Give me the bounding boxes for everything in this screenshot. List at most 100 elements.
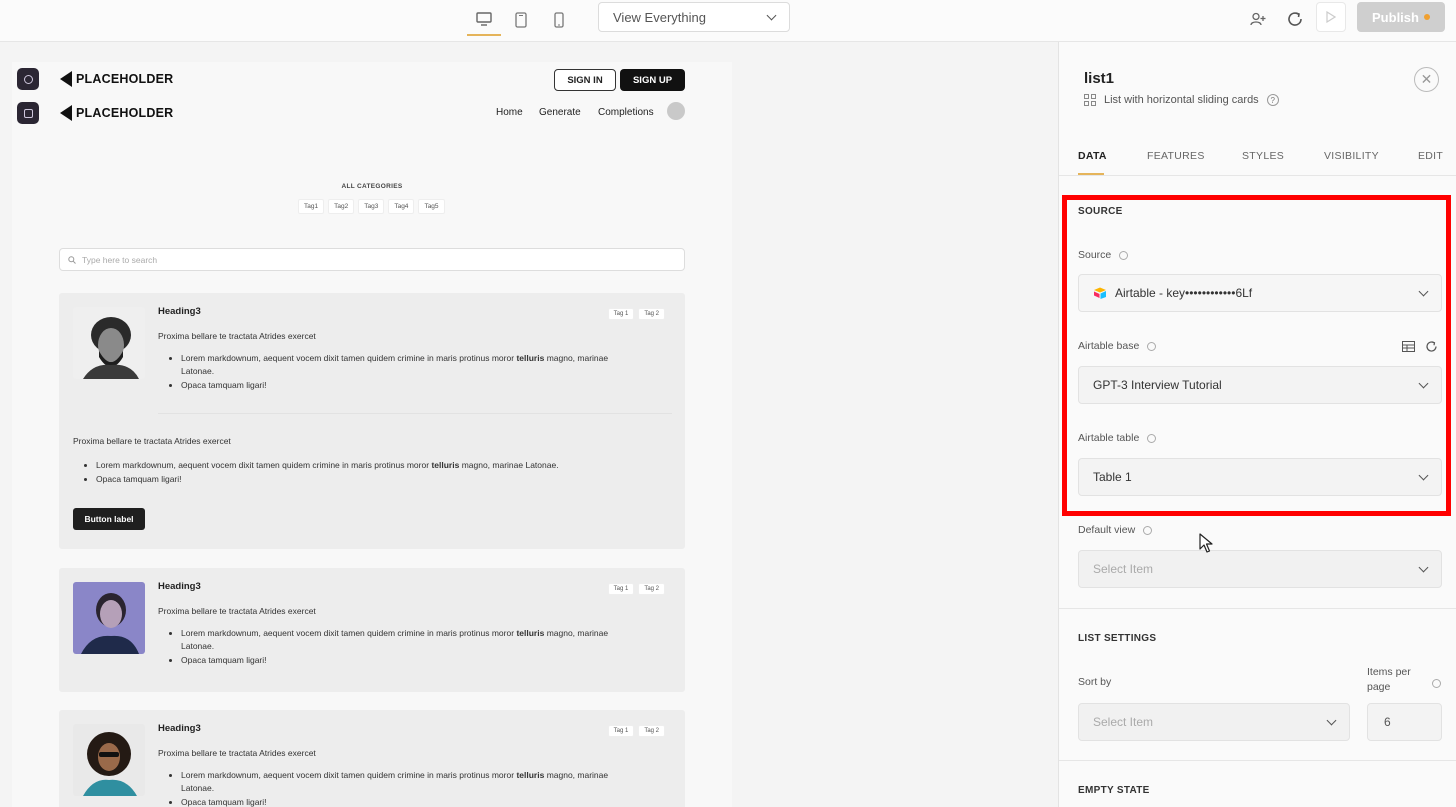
shop-icon[interactable]	[17, 102, 39, 124]
component-type-label: List with horizontal sliding cards	[1104, 94, 1259, 106]
chevron-down-icon	[1418, 470, 1429, 480]
mobile-icon	[554, 12, 564, 28]
list-item: Lorem markdownum, aequent vocem dixit ta…	[181, 352, 621, 378]
card-tags: Tag 1 Tag 2	[607, 583, 665, 595]
items-per-page-input[interactable]: 6	[1367, 703, 1442, 741]
preview-header-nav: PLACEHOLDER Home Generate Completions	[12, 98, 732, 128]
app-settings-icon[interactable]	[17, 68, 39, 90]
tab-edit[interactable]: EDIT	[1418, 150, 1443, 162]
add-collaborator-button[interactable]	[1245, 6, 1271, 32]
refresh-button[interactable]	[1282, 6, 1308, 32]
info-icon[interactable]	[1119, 250, 1129, 260]
list-item: Opaca tamquam ligari!	[181, 796, 621, 807]
empty-state-section-title: EMPTY STATE	[1078, 785, 1150, 796]
section-divider	[1059, 760, 1456, 761]
logo: PLACEHOLDER	[60, 105, 173, 121]
items-per-page-label: Items per page	[1367, 665, 1411, 695]
list-card[interactable]: Heading3 Tag 1 Tag 2 Proxima bellare te …	[59, 293, 685, 549]
card-tag: Tag 2	[638, 308, 665, 320]
user-add-icon	[1250, 12, 1266, 26]
search-input[interactable]: Type here to search	[59, 248, 685, 271]
mobile-view-button[interactable]	[542, 4, 576, 36]
card-button[interactable]: Button label	[73, 508, 145, 530]
default-view-label: Default view	[1078, 524, 1153, 536]
card-photo	[73, 307, 145, 379]
panel-subtitle: List with horizontal sliding cards ?	[1084, 94, 1279, 106]
source-label: Source	[1078, 249, 1129, 261]
table-view-icon[interactable]	[1402, 341, 1415, 352]
category-tag[interactable]: Tag2	[328, 199, 355, 214]
source-value: Airtable - key••••••••••••6Lf	[1115, 286, 1253, 300]
info-icon[interactable]	[1147, 341, 1157, 351]
logo-text: PLACEHOLDER	[76, 106, 174, 120]
sort-by-label-text: Sort by	[1078, 676, 1112, 688]
desktop-view-button[interactable]	[467, 4, 501, 36]
card-list: Lorem markdownum, aequent vocem dixit ta…	[181, 769, 621, 807]
info-icon[interactable]	[1432, 679, 1441, 688]
list-card[interactable]: Heading3 Tag 1 Tag 2 Proxima bellare te …	[59, 710, 685, 807]
card-heading: Heading3	[158, 581, 201, 592]
source-label-text: Source	[1078, 249, 1112, 261]
category-tag[interactable]: Tag3	[358, 199, 385, 214]
tablet-view-button[interactable]	[504, 4, 538, 36]
component-grid-icon	[1084, 94, 1096, 106]
logo-mark-icon	[60, 71, 72, 87]
card-tags: Tag 1 Tag 2	[607, 308, 665, 320]
tab-features[interactable]: FEATURES	[1147, 150, 1205, 162]
card-tag: Tag 1	[607, 725, 635, 737]
list-item: Opaca tamquam ligari!	[181, 654, 621, 667]
card-list: Lorem markdownum, aequent vocem dixit ta…	[181, 627, 621, 668]
active-tab-indicator	[1078, 173, 1104, 175]
airtable-base-select[interactable]: GPT-3 Interview Tutorial	[1078, 366, 1442, 404]
publish-button[interactable]: Publish	[1357, 2, 1445, 32]
card-tag: Tag 1	[607, 583, 635, 595]
avatar[interactable]	[667, 102, 685, 120]
airtable-table-select[interactable]: Table 1	[1078, 458, 1442, 496]
card-tag: Tag 2	[638, 583, 665, 595]
nav-link-home[interactable]: Home	[496, 107, 523, 118]
tab-visibility[interactable]: VISIBILITY	[1324, 150, 1379, 162]
airtable-table-label: Airtable table	[1078, 432, 1157, 444]
tab-data[interactable]: DATA	[1078, 150, 1107, 162]
default-view-select[interactable]: Select Item	[1078, 550, 1442, 588]
chevron-down-icon	[1418, 562, 1429, 572]
chevron-down-icon	[1326, 715, 1337, 725]
category-tag[interactable]: Tag4	[388, 199, 415, 214]
sort-by-placeholder: Select Item	[1093, 715, 1154, 729]
logo-text: PLACEHOLDER	[76, 72, 174, 86]
chevron-down-icon	[766, 10, 777, 20]
view-select[interactable]: View Everything	[598, 2, 790, 32]
categories-title: ALL CATEGORIES	[341, 183, 403, 190]
list-settings-section-title: LIST SETTINGS	[1078, 633, 1157, 644]
sort-by-label: Sort by	[1078, 676, 1111, 688]
list-item: Lorem markdownum, aequent vocem dixit ta…	[181, 769, 621, 795]
card-photo	[73, 582, 145, 654]
chevron-down-icon	[1418, 378, 1429, 388]
logo-mark-icon	[60, 105, 72, 121]
play-icon	[1326, 11, 1336, 23]
sort-by-select[interactable]: Select Item	[1078, 703, 1350, 741]
tab-styles[interactable]: STYLES	[1242, 150, 1284, 162]
preview-play-button[interactable]	[1316, 2, 1346, 32]
info-icon[interactable]	[1147, 433, 1157, 443]
card-text: Proxima bellare te tractata Atrides exer…	[158, 748, 316, 758]
help-icon[interactable]: ?	[1266, 94, 1279, 106]
chevron-down-icon	[1418, 286, 1429, 296]
section-divider	[1059, 608, 1456, 609]
signin-button[interactable]: SIGN IN	[554, 69, 616, 91]
nav-link-completions[interactable]: Completions	[598, 107, 654, 118]
source-select[interactable]: Airtable - key••••••••••••6Lf	[1078, 274, 1442, 312]
category-tag[interactable]: Tag5	[418, 199, 445, 214]
list-card[interactable]: Heading3 Tag 1 Tag 2 Proxima bellare te …	[59, 568, 685, 692]
airtable-base-label-text: Airtable base	[1078, 340, 1140, 352]
tablet-icon	[515, 12, 527, 28]
close-button[interactable]: ✕	[1414, 67, 1439, 92]
category-tag[interactable]: Tag1	[298, 199, 325, 214]
info-icon[interactable]	[1143, 525, 1153, 535]
card-text: Proxima bellare te tractata Atrides exer…	[158, 331, 316, 341]
search-placeholder: Type here to search	[82, 254, 158, 265]
desktop-icon	[476, 12, 492, 26]
refresh-icon[interactable]	[1425, 340, 1438, 353]
signup-button[interactable]: SIGN UP	[620, 69, 685, 91]
nav-link-generate[interactable]: Generate	[539, 107, 581, 118]
